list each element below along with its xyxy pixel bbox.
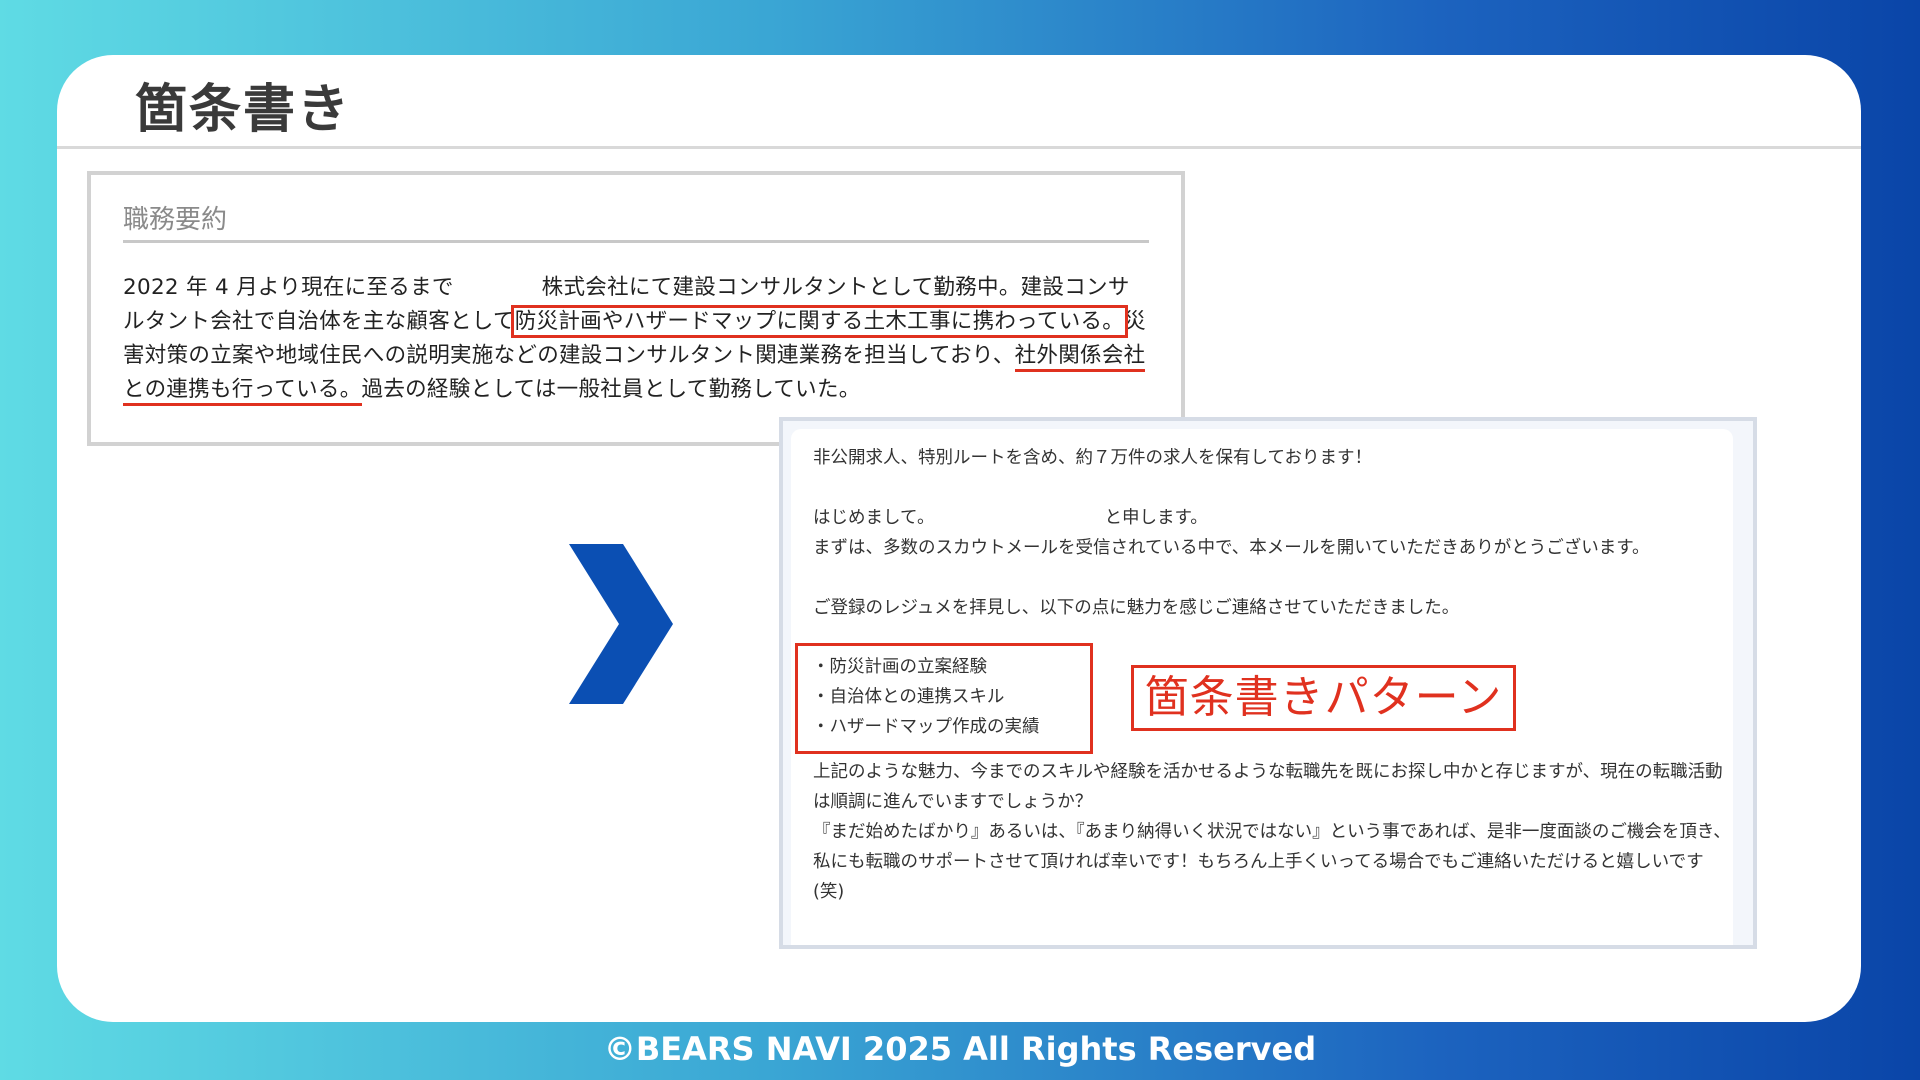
bullet-item: ・自治体との連携スキル [812,687,1005,707]
pattern-label: 箇条書きパターン [1131,665,1516,731]
job-summary-divider [123,240,1149,243]
email-sender-name: と申します。 [1104,508,1208,528]
email-line: 『まだ始めたばかり』あるいは、『あまり納得いく状況ではない』という事であれば、是… [813,822,1731,902]
email-line: はじめまして。 と申します。 [813,503,1733,533]
bullet-item: ・防災計画の立案経験 [812,657,987,677]
bullet-item: ・ハザードマップ作成の実績 [812,717,1040,737]
email-greeting: はじめまして。 [813,508,935,528]
summary-highlight-boxed: 防災計画やハザードマップに関する土木工事に携わっている。 [510,305,1129,338]
email-line: まずは、多数のスカウトメールを受信されている中で、本メールを開いていただきありが… [813,538,1650,558]
summary-text-1: 2022 年 4 月より現在に至るまで [123,275,454,300]
bullet-list-box: ・防災計画の立案経験 ・自治体との連携スキル ・ハザードマップ作成の実績 [795,643,1093,754]
email-line: 非公開求人、特別ルートを含め、約７万件の求人を保有しております！ [813,448,1372,468]
job-summary-box: 職務要約 2022 年 4 月より現在に至るまで 株式会社にて建設コンサルタントと… [87,171,1185,446]
email-line: 上記のような魅力、今までのスキルや経験を活かせるような転職先を既にお探し中かと存… [813,762,1723,812]
summary-text-4: 過去の経験としては一般社員として勤務していた。 [361,377,861,402]
chevron-right-icon [569,544,673,704]
title-divider [57,146,1861,149]
page-title: 箇条書き [135,80,352,140]
job-summary-text: 2022 年 4 月より現在に至るまで 株式会社にて建設コンサルタントとして勤務中… [123,271,1151,407]
job-summary-heading: 職務要約 [123,205,228,235]
scout-email-text-lower: 上記のような魅力、今までのスキルや経験を活かせるような転職先を既にお探し中かと存… [813,757,1733,907]
scout-email-text: 非公開求人、特別ルートを含め、約７万件の求人を保有しております！ はじめまして。… [813,443,1733,623]
email-line: ご登録のレジュメを拝見し、以下の点に魅力を感じご連絡させていただきました。 [813,598,1460,618]
copyright-footer: ©BEARS NAVI 2025 All Rights Reserved [603,1030,1317,1068]
